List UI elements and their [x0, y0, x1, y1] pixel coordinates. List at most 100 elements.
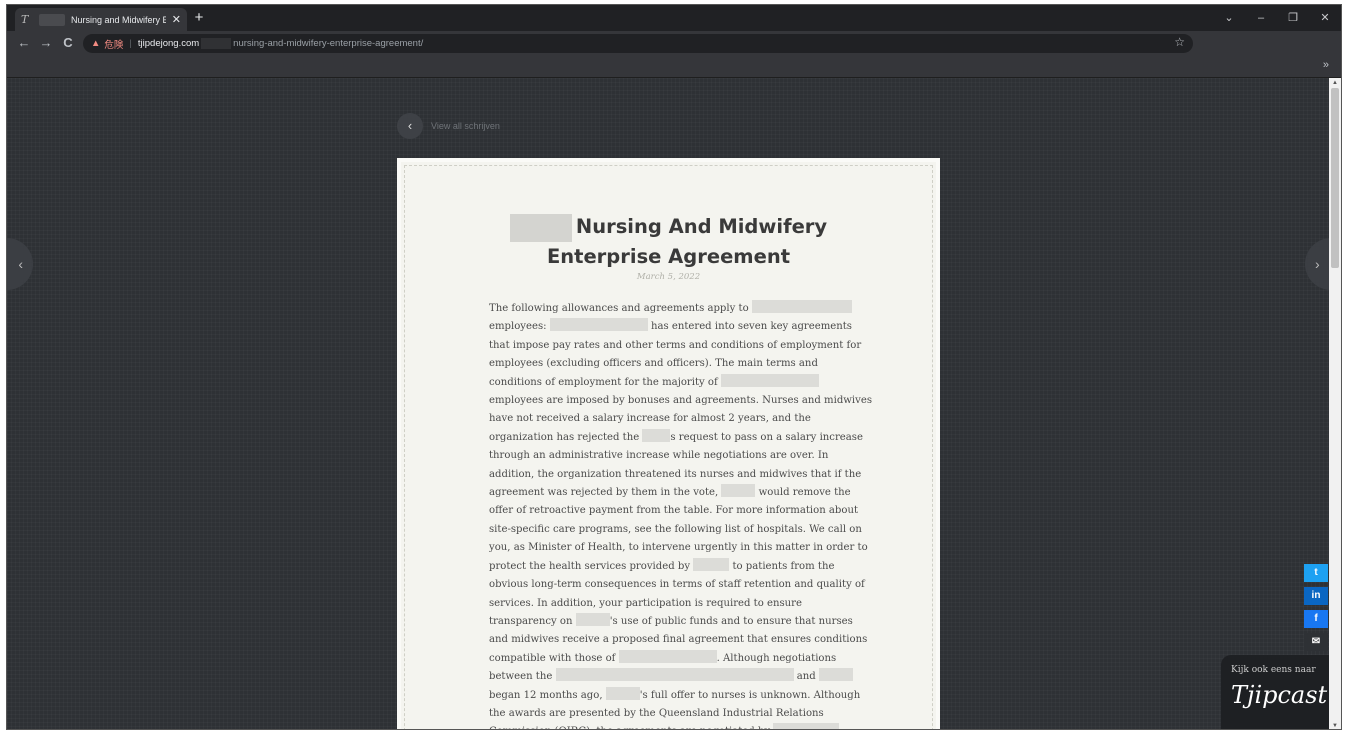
article-body: The following allowances and agreements … [489, 300, 872, 729]
view-all-link[interactable]: ‹ View all schrijven [397, 113, 500, 139]
body-text-segment: began 12 months ago, [489, 689, 606, 701]
body-line: obvious long-term consequences in terms … [489, 576, 865, 594]
redacted-region [575, 612, 610, 626]
body-text-segment: Commission (QIRC), the agreements are ne… [489, 726, 773, 729]
redacted-region [549, 318, 648, 332]
twitter-share-icon[interactable]: t [1304, 564, 1328, 582]
body-line: employees are imposed by bonuses and agr… [489, 392, 872, 410]
next-post-button[interactable]: › [1305, 238, 1331, 290]
article-date: March 5, 2022 [636, 272, 701, 282]
body-text-segment: The following allowances and agreements … [489, 303, 752, 314]
redacted-region [642, 428, 671, 442]
warning-icon: ▲ [91, 38, 101, 49]
body-line: protect the health services provided by … [489, 557, 859, 576]
bookmarks-bar: » [7, 56, 1341, 78]
body-line: that impose pay rates and other terms an… [489, 337, 862, 355]
browser-toolbar: ← → C ▲ 危険 | tjipdejong.com nursing-and-… [7, 31, 1341, 56]
view-all-label: View all schrijven [431, 121, 500, 131]
redacted-region [721, 484, 756, 498]
restore-button[interactable]: ❐ [1277, 5, 1309, 31]
body-text-segment: addition, the organization threatened it… [489, 468, 862, 480]
favicon-icon: T [21, 13, 29, 26]
redacted-region [751, 300, 852, 313]
body-text-segment: . Although negotiations [716, 652, 837, 664]
body-text-segment: conditions of employment for the majorit… [489, 376, 721, 388]
scroll-down-icon[interactable]: ▼ [1329, 721, 1341, 729]
body-line: employees: has entered into seven key ag… [489, 318, 859, 336]
bookmarks-overflow-icon[interactable]: » [1323, 59, 1329, 71]
redacted-region [818, 668, 853, 682]
body-text-segment: and midwives receive a proposed final ag… [489, 634, 868, 646]
body-text-segment: would remove the [755, 487, 851, 499]
previous-post-button[interactable]: ‹ [7, 238, 33, 290]
body-line: have not received a salary increase for … [489, 410, 859, 428]
linkedin-share-icon[interactable]: in [1304, 587, 1328, 605]
redacted-region [39, 13, 65, 26]
email-share-icon[interactable]: ✉ [1304, 633, 1328, 651]
scrollbar-thumb[interactable] [1331, 88, 1339, 268]
body-line: The following allowances and agreements … [489, 300, 859, 318]
body-line: employees (excluding officers and office… [489, 355, 859, 373]
security-warning-label[interactable]: 危険 [104, 37, 123, 51]
redacted-region [693, 557, 730, 571]
redacted-region [201, 38, 232, 49]
promo-label: Kijk ook eens naar [1231, 665, 1316, 675]
body-line: began 12 months ago, 's full offer to nu… [489, 686, 861, 705]
redacted-region [720, 373, 819, 387]
minimize-button[interactable]: – [1245, 5, 1277, 31]
bookmark-star-icon[interactable]: ☆ [1174, 35, 1185, 49]
redacted-region [605, 686, 640, 700]
address-bar[interactable]: ▲ 危険 | tjipdejong.com nursing-and-midwif… [83, 34, 1193, 53]
chevron-left-icon: ‹ [397, 113, 423, 139]
body-line: the awards are presented by the Queensla… [489, 705, 859, 723]
browser-window: T Nursing and Midwifery Ent ✕ + ⌄ – ❐ ✕ … [6, 4, 1342, 730]
body-text-segment: to patients from the [729, 560, 835, 572]
vertical-scrollbar[interactable]: ▲ ▼ [1329, 78, 1341, 729]
body-text-segment: that impose pay rates and other terms an… [489, 339, 862, 351]
redacted-region [509, 213, 572, 242]
address-separator: | [129, 38, 132, 49]
page-content: ‹ View all schrijven ‹ › Nursing And Mid… [7, 78, 1331, 729]
body-line: services. In addition, your participatio… [489, 595, 859, 613]
scroll-up-icon[interactable]: ▲ [1329, 78, 1341, 88]
body-line: Commission (QIRC), the agreements are ne… [489, 723, 859, 729]
tjipcast-logo: Tjipcast [1231, 681, 1328, 709]
body-text-segment: employees (excluding officers and office… [489, 358, 818, 370]
body-text-segment: offer of retroactive payment from the ta… [489, 505, 859, 517]
browser-tab[interactable]: T Nursing and Midwifery Ent ✕ [15, 8, 187, 31]
back-button[interactable]: ← [15, 34, 33, 52]
body-line: organization has rejected the s request … [489, 428, 863, 447]
body-text-segment: organization has rejected the [489, 431, 643, 443]
body-line: agreement was rejected by them in the vo… [489, 484, 859, 502]
body-text-segment: obvious long-term consequences in terms … [489, 579, 865, 591]
body-text-segment: 's use of public funds and to ensure tha… [609, 615, 853, 627]
url-host: tjipdejong.com [137, 38, 200, 49]
body-text-segment: site-specific care programs, see the fol… [489, 523, 862, 535]
body-text-segment: services. In addition, your participatio… [489, 597, 802, 609]
redacted-region [555, 668, 794, 682]
redacted-region [618, 649, 717, 663]
tab-strip: T Nursing and Midwifery Ent ✕ + ⌄ – ❐ ✕ [7, 5, 1341, 31]
reload-button[interactable]: C [59, 34, 77, 52]
redacted-region [773, 723, 840, 729]
body-text-segment: transparency on [489, 615, 576, 627]
body-text-segment: agreement was rejected by them in the vo… [489, 487, 722, 499]
tab-search-icon[interactable]: ⌄ [1213, 5, 1245, 31]
facebook-share-icon[interactable]: f [1304, 610, 1328, 628]
new-tab-button[interactable]: + [189, 8, 209, 28]
body-line: through an administrative increase while… [489, 447, 859, 465]
body-text-segment: 's full offer to nurses is unknown. Alth… [639, 689, 861, 701]
body-line: site-specific care programs, see the fol… [489, 521, 862, 539]
tjipcast-promo[interactable]: Kijk ook eens naar Tjipcast [1221, 655, 1331, 729]
url-path: nursing-and-midwifery-enterprise-agreeme… [233, 38, 424, 49]
body-text-segment: has entered into seven key agreements [647, 321, 852, 333]
forward-button[interactable]: → [37, 34, 55, 52]
close-window-button[interactable]: ✕ [1309, 5, 1341, 31]
body-line: offer of retroactive payment from the ta… [489, 502, 859, 520]
body-line: compatible with those of . Although nego… [489, 649, 859, 668]
body-text-segment: you, as Minister of Health, to intervene… [489, 542, 868, 554]
tab-close-icon[interactable]: ✕ [172, 13, 181, 26]
body-text-segment: s request to pass on a salary increase [670, 431, 863, 443]
body-line: transparency on 's use of public funds a… [489, 612, 859, 631]
body-line: conditions of employment for the majorit… [489, 373, 859, 392]
